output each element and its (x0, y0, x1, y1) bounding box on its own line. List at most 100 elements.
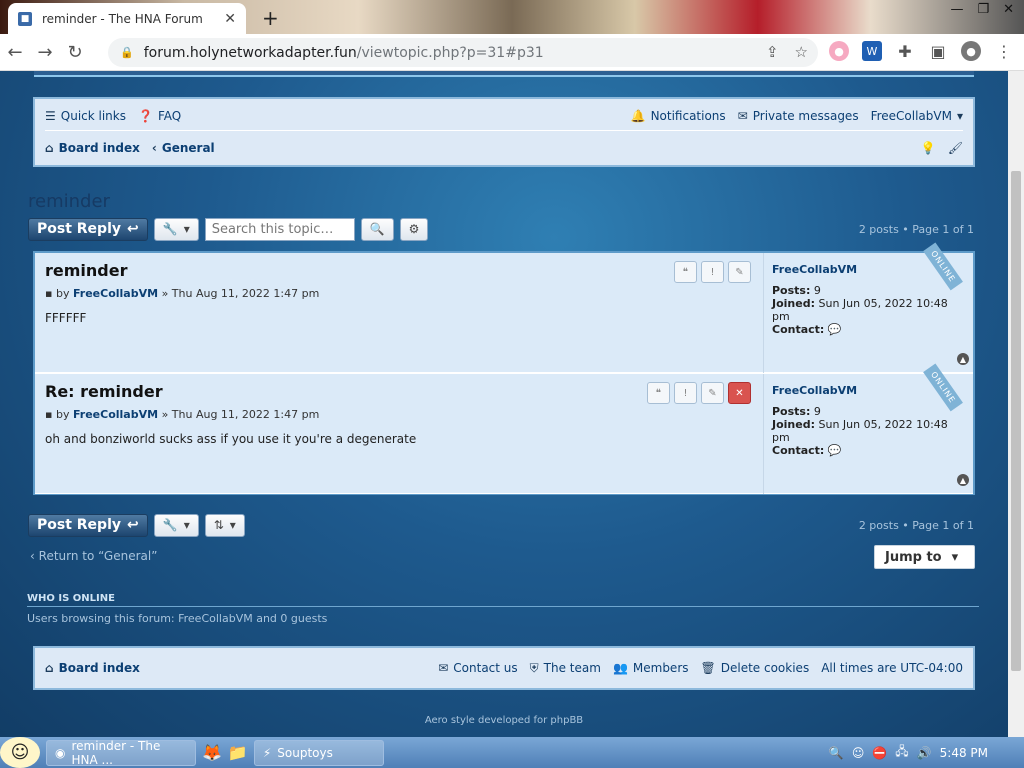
post-icon[interactable]: ▪ (45, 408, 52, 421)
contact-us-link[interactable]: ✉ Contact us (438, 661, 517, 675)
forward-icon[interactable]: → (30, 42, 60, 63)
post-tools: ❝ ! ✎ (674, 261, 751, 283)
advanced-search-button[interactable]: ⚙ (399, 217, 429, 241)
posts-count[interactable]: 9 (814, 405, 821, 418)
menu-kebab-icon[interactable]: ⋮ (994, 41, 1014, 61)
search-button[interactable]: 🔍 (360, 217, 394, 241)
home-icon: ⌂ (45, 661, 54, 675)
taskbar-souptoys-window[interactable]: ⚡ Souptoys (253, 739, 384, 766)
page-viewport: ☰ Quick links ❓ FAQ 🔔 Notifications ✉ Privat… (0, 71, 1008, 737)
quote-button[interactable]: ❝ (674, 261, 697, 283)
topic-tools-dropdown[interactable]: 🔧 ▾ (153, 513, 199, 537)
timezone-text: All times are UTC-04:00 (821, 661, 963, 675)
firefox-icon[interactable]: 🦊 (202, 743, 222, 762)
close-tab-icon[interactable]: ✕ (224, 11, 236, 27)
scrollbar-thumb[interactable] (1011, 171, 1021, 671)
return-to-forum-link[interactable]: ‹ Return to “General” (30, 549, 157, 563)
share-icon[interactable]: ⇪ (766, 43, 779, 61)
post-profile: FreeCollabVM Posts: 9 Joined: Sun Jun 05… (763, 363, 973, 494)
user-menu[interactable]: FreeCollabVM ▾ (871, 109, 963, 123)
back-icon[interactable]: ← (0, 42, 30, 63)
the-team-link[interactable]: ⛨ The team (530, 661, 601, 676)
back-to-top-icon[interactable]: ▲ (957, 474, 969, 486)
browsing-users: Users browsing this forum: FreeCollabVM … (27, 612, 328, 625)
post-meta: ▪ by FreeCollabVM » Thu Aug 11, 2022 1:4… (45, 287, 320, 300)
minimize-icon[interactable]: — (950, 2, 963, 17)
url-path: /viewtopic.php?p=31#p31 (356, 44, 544, 61)
private-messages-link[interactable]: ✉ Private messages (738, 109, 859, 123)
delete-cookies-link[interactable]: 🗑 Delete cookies (701, 661, 810, 675)
taskbar-chrome-window[interactable]: ◉ reminder - The HNA ... (46, 739, 196, 767)
post-list: reminder ▪ by FreeCollabVM » Thu Aug 11,… (33, 242, 975, 495)
wrench-icon: 🔧 (162, 518, 178, 532)
post-reply-button[interactable]: Post Reply ↩ (28, 217, 148, 241)
chevron-left-icon: ‹ (30, 549, 35, 563)
shield-icon: ⛨ (529, 660, 539, 675)
close-window-icon[interactable]: ✕ (1003, 2, 1014, 17)
members-link[interactable]: 👥 Members (613, 661, 689, 675)
breadcrumb-board-index[interactable]: ⌂ Board index (45, 141, 140, 155)
lightbulb-icon[interactable]: 💡 (921, 141, 936, 155)
translate-extension-icon[interactable]: W (862, 41, 882, 61)
report-button[interactable]: ! (701, 261, 724, 283)
extensions-puzzle-icon[interactable]: ✚ (895, 41, 915, 61)
page-scrollbar[interactable] (1008, 71, 1024, 737)
quick-links-menu[interactable]: ☰ Quick links (45, 109, 126, 123)
footer-board-index-link[interactable]: ⌂ Board index (45, 661, 140, 675)
emoji-tray-icon[interactable]: ☺ (852, 746, 865, 760)
topic-search-input[interactable]: Search this topic… (204, 217, 355, 241)
topic-tools-dropdown[interactable]: 🔧 ▾ (153, 217, 199, 241)
maximize-icon[interactable]: ❐ (977, 2, 989, 17)
faq-link[interactable]: ❓ FAQ (138, 109, 181, 123)
report-button[interactable]: ! (674, 382, 697, 404)
profile-avatar-icon[interactable]: ● (961, 41, 981, 61)
flag-extension-icon[interactable]: ● (829, 41, 849, 61)
os-taskbar: ☺ ◉ reminder - The HNA ... 🦊 📁 ⚡ Souptoys … (0, 737, 1024, 768)
delete-button[interactable]: ✕ (728, 382, 751, 404)
contact-bubble-icon[interactable]: 💬 (828, 323, 842, 336)
post-author-link[interactable]: FreeCollabVM (73, 408, 158, 421)
quote-button[interactable]: ❝ (647, 382, 670, 404)
notifications-link[interactable]: 🔔 Notifications (631, 109, 726, 123)
network-tray-icon[interactable]: 🖧 (895, 742, 908, 763)
breadcrumb-general[interactable]: ‹ General (152, 141, 215, 155)
folder-icon[interactable]: 📁 (228, 743, 248, 762)
question-circle-icon: ❓ (138, 108, 153, 123)
search-tray-icon[interactable]: 🔍 (829, 746, 844, 760)
footer-navbar: ⌂ Board index ✉ Contact us ⛨ The team 👥 Memb… (33, 646, 975, 690)
start-button-icon[interactable]: ☺ (0, 737, 40, 768)
security-tray-icon[interactable]: ⛔ (872, 746, 887, 760)
caret-down-icon: ▾ (229, 518, 236, 532)
post-author-link[interactable]: FreeCollabVM (73, 287, 158, 300)
back-to-top-icon[interactable]: ▲ (957, 353, 969, 365)
post-title[interactable]: reminder (45, 261, 127, 280)
new-tab-icon[interactable]: + (262, 6, 279, 30)
post-reply-button[interactable]: Post Reply ↩ (28, 513, 148, 537)
post-title[interactable]: Re: reminder (45, 382, 163, 401)
who-is-online-heading[interactable]: WHO IS ONLINE (27, 593, 979, 607)
posts-count[interactable]: 9 (814, 284, 821, 297)
reload-icon[interactable]: ↻ (60, 42, 90, 63)
jump-to-dropdown[interactable]: Jump to ▾ (874, 545, 975, 569)
contact-bubble-icon[interactable]: 💬 (828, 444, 842, 457)
sort-options-dropdown[interactable]: ⇅ ▾ (204, 513, 245, 537)
browser-tab-strip: ■ reminder - The HNA Forum ✕ + — ❐ ✕ (0, 0, 1024, 34)
paintbrush-icon[interactable]: 🖌 (948, 141, 963, 155)
forum-favicon-icon: ■ (18, 11, 32, 26)
navbar-panel: ☰ Quick links ❓ FAQ 🔔 Notifications ✉ Privat… (33, 97, 975, 167)
edit-button[interactable]: ✎ (701, 382, 724, 404)
topic-title[interactable]: reminder (28, 191, 110, 212)
url-host: forum.holynetworkadapter.fun (143, 44, 357, 61)
clock[interactable]: 5:48 PM (940, 746, 988, 760)
address-bar[interactable]: 🔒 forum.holynetworkadapter.fun/viewtopic… (108, 38, 818, 67)
post-body: FFFFFF (45, 311, 87, 325)
volume-icon[interactable]: 🔊 (917, 746, 932, 760)
browser-tab[interactable]: ■ reminder - The HNA Forum ✕ (8, 3, 246, 34)
lock-icon[interactable]: 🔒 (120, 46, 134, 59)
window-controls: — ❐ ✕ (940, 0, 1024, 19)
caret-down-icon: ▾ (956, 108, 963, 123)
side-panel-icon[interactable]: ▣ (928, 41, 948, 61)
post-icon[interactable]: ▪ (45, 287, 52, 300)
bookmark-star-icon[interactable]: ☆ (795, 43, 808, 61)
edit-button[interactable]: ✎ (728, 261, 751, 283)
